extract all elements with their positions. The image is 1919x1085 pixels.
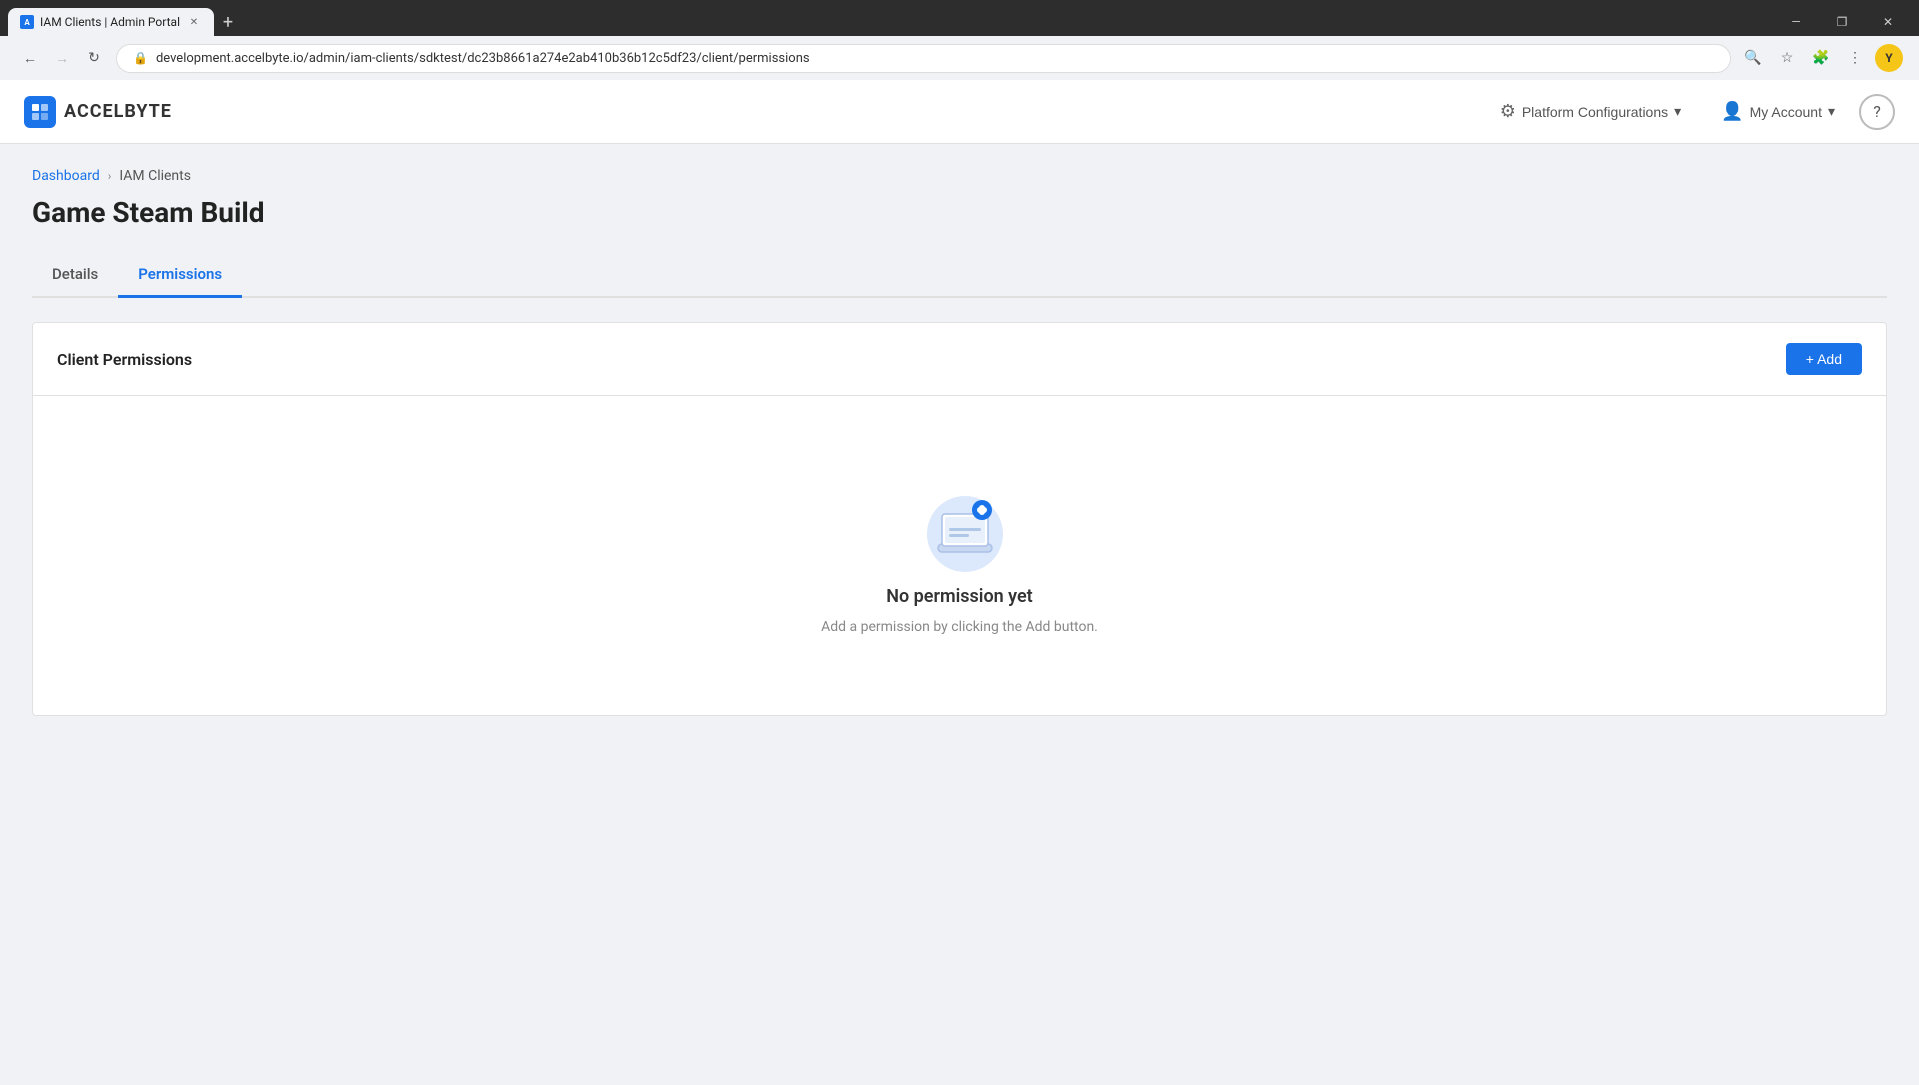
add-permission-button[interactable]: + Add <box>1786 343 1862 375</box>
empty-title: No permission yet <box>886 586 1032 607</box>
active-tab[interactable]: A IAM Clients | Admin Portal ✕ <box>8 8 214 36</box>
profile-avatar[interactable]: Y <box>1875 44 1903 72</box>
platform-config-label: Platform Configurations <box>1522 104 1668 120</box>
window-controls: — ❐ ✕ <box>1773 8 1911 36</box>
url-bar[interactable]: 🔒 development.accelbyte.io/admin/iam-cli… <box>116 44 1731 73</box>
new-tab-button[interactable]: + <box>214 8 242 36</box>
platform-config-chevron: ▾ <box>1674 103 1681 120</box>
header-right: ⚙ Platform Configurations ▾ 👤 My Account… <box>1484 93 1895 130</box>
toolbar-icons: 🔍 ☆ 🧩 ⋮ Y <box>1739 44 1903 72</box>
card-header: Client Permissions + Add <box>33 323 1886 396</box>
breadcrumb: Dashboard › IAM Clients <box>32 168 1887 184</box>
reload-button[interactable]: ↻ <box>80 44 108 72</box>
person-icon: 👤 <box>1721 101 1743 122</box>
help-button[interactable]: ? <box>1859 94 1895 130</box>
address-bar: ← → ↻ 🔒 development.accelbyte.io/admin/i… <box>0 36 1919 80</box>
tab-title: IAM Clients | Admin Portal <box>40 15 180 29</box>
maximize-button[interactable]: ❐ <box>1819 8 1865 36</box>
breadcrumb-iam-clients: IAM Clients <box>119 168 191 184</box>
page-title: Game Steam Build <box>32 196 1887 229</box>
tab-favicon: A <box>20 15 34 29</box>
my-account-button[interactable]: 👤 My Account ▾ <box>1705 93 1851 130</box>
tab-details[interactable]: Details <box>32 253 118 298</box>
permissions-card: Client Permissions + Add <box>32 322 1887 716</box>
my-account-label: My Account <box>1750 104 1822 120</box>
my-account-chevron: ▾ <box>1828 103 1835 120</box>
tab-permissions[interactable]: Permissions <box>118 253 242 298</box>
zoom-icon[interactable]: 🔍 <box>1739 44 1767 72</box>
close-button[interactable]: ✕ <box>1865 8 1911 36</box>
logo-text: ACCELBYTE <box>64 101 172 122</box>
nav-buttons: ← → ↻ <box>16 44 108 72</box>
empty-state: No permission yet Add a permission by cl… <box>33 396 1886 715</box>
breadcrumb-separator: › <box>108 169 112 183</box>
logo-area[interactable]: ACCELBYTE <box>24 96 172 128</box>
minimize-button[interactable]: — <box>1773 8 1819 36</box>
platform-configurations-button[interactable]: ⚙ Platform Configurations ▾ <box>1484 93 1697 130</box>
secure-icon: 🔒 <box>133 51 148 65</box>
forward-button[interactable]: → <box>48 44 76 72</box>
tab-bar: A IAM Clients | Admin Portal ✕ + — ❐ ✕ <box>0 0 1919 36</box>
card-title: Client Permissions <box>57 350 192 369</box>
tab-close-button[interactable]: ✕ <box>186 14 202 30</box>
back-button[interactable]: ← <box>16 44 44 72</box>
url-text: development.accelbyte.io/admin/iam-clien… <box>156 51 1714 66</box>
app-header: ACCELBYTE ⚙ Platform Configurations ▾ 👤 … <box>0 80 1919 144</box>
breadcrumb-dashboard[interactable]: Dashboard <box>32 168 100 184</box>
empty-subtitle: Add a permission by clicking the Add but… <box>821 619 1098 635</box>
browser-menu-icon[interactable]: ⋮ <box>1841 44 1869 72</box>
browser-chrome: A IAM Clients | Admin Portal ✕ + — ❐ ✕ ←… <box>0 0 1919 80</box>
bookmark-icon[interactable]: ☆ <box>1773 44 1801 72</box>
tabs: Details Permissions <box>32 253 1887 298</box>
main-content: Dashboard › IAM Clients Game Steam Build… <box>0 144 1919 1069</box>
gear-icon: ⚙ <box>1500 101 1516 122</box>
extensions-icon[interactable]: 🧩 <box>1807 44 1835 72</box>
logo-icon <box>24 96 56 128</box>
empty-illustration <box>910 476 1010 566</box>
